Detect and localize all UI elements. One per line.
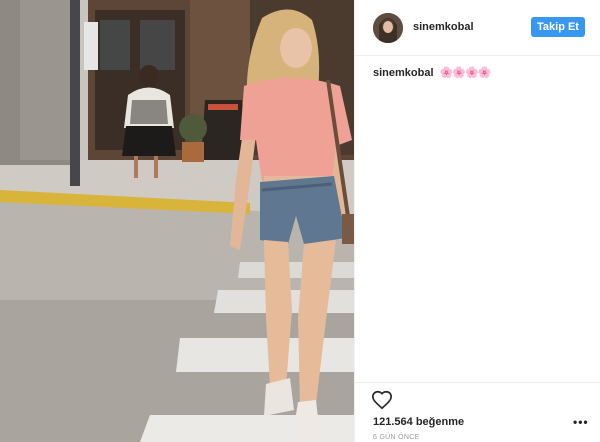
post-side-panel: sinemkobal Takip Et sinemkobal 🌸🌸🌸🌸 121.… bbox=[354, 0, 600, 442]
more-options-icon[interactable]: ••• bbox=[573, 415, 589, 429]
heart-icon[interactable] bbox=[371, 389, 393, 411]
avatar[interactable] bbox=[373, 13, 403, 43]
header-username[interactable]: sinemkobal bbox=[413, 21, 474, 33]
post-photo[interactable] bbox=[0, 0, 354, 442]
caption-text: 🌸🌸🌸🌸 bbox=[439, 67, 492, 79]
follow-button[interactable]: Takip Et bbox=[531, 17, 585, 37]
post-actions: 121.564 beğenme 6 GÜN ÖNCE ••• bbox=[355, 382, 600, 442]
caption-username[interactable]: sinemkobal bbox=[373, 67, 434, 79]
post-time[interactable]: 6 GÜN ÖNCE bbox=[373, 434, 420, 441]
post-header: sinemkobal Takip Et bbox=[355, 0, 600, 56]
post-caption: sinemkobal 🌸🌸🌸🌸 bbox=[373, 66, 492, 79]
likes-count[interactable]: 121.564 beğenme bbox=[373, 416, 464, 428]
instagram-post: sinemkobal Takip Et sinemkobal 🌸🌸🌸🌸 121.… bbox=[0, 0, 600, 442]
